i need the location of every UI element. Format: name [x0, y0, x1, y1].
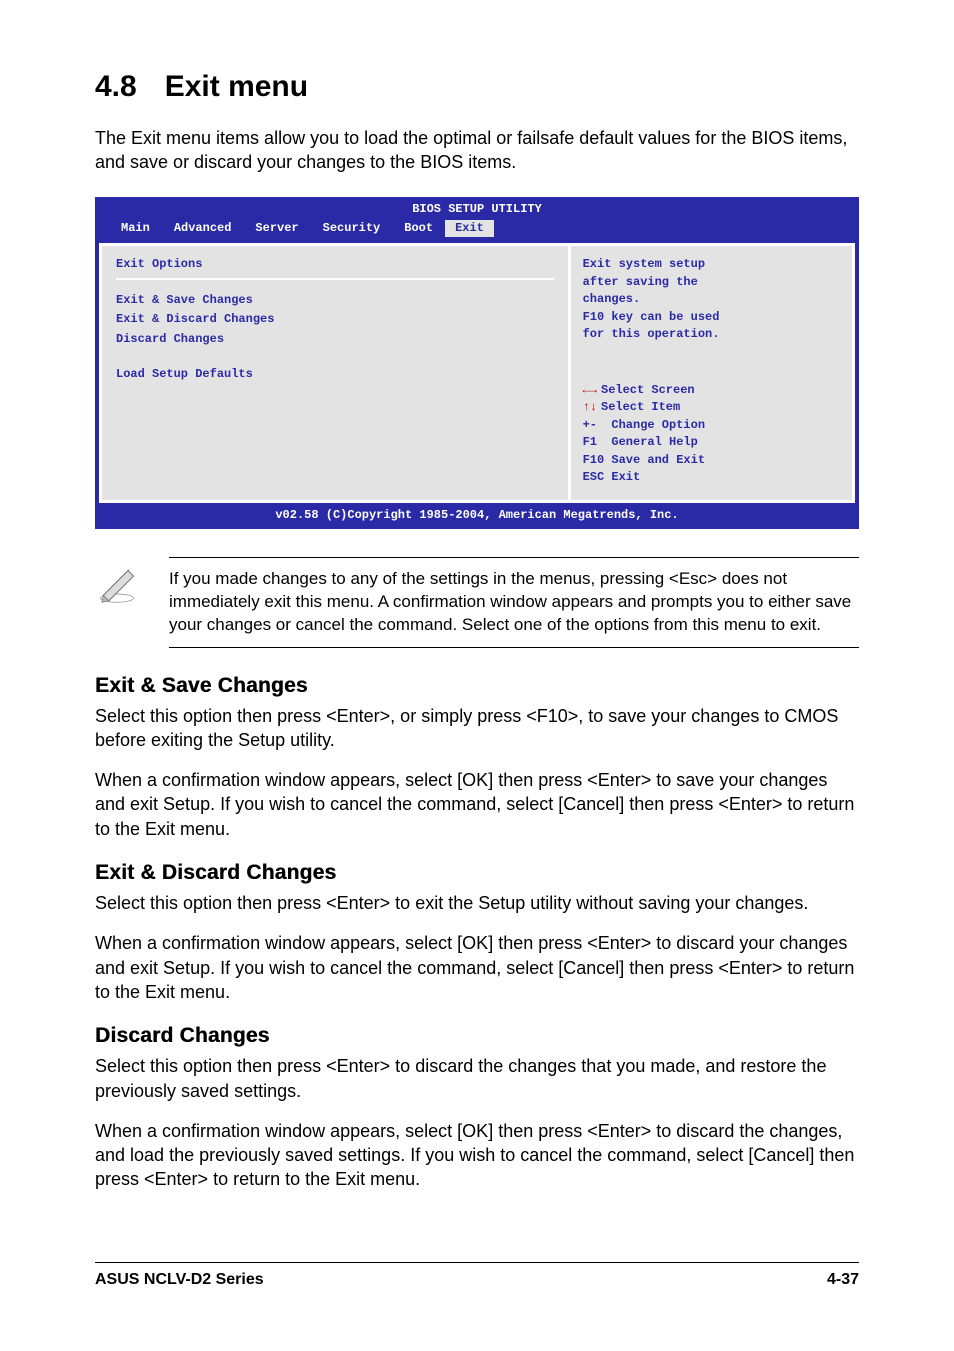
section-title: 4.8 Exit menu — [95, 70, 859, 104]
note-text: If you made changes to any of the settin… — [169, 557, 859, 648]
bios-key-save-exit: F10 Save and Exit — [583, 452, 840, 469]
bios-menu-server: Server — [243, 220, 310, 237]
body-paragraph: Select this option then press <Enter> to… — [95, 1054, 859, 1103]
bios-menu-exit: Exit — [445, 220, 494, 237]
note-box: If you made changes to any of the settin… — [95, 557, 859, 648]
bios-help-line: for this operation. — [583, 326, 840, 343]
bios-help-line: Exit system setup — [583, 256, 840, 273]
pencil-icon — [95, 557, 145, 648]
bios-menu-main: Main — [109, 220, 162, 237]
subheading-exit-discard: Exit & Discard Changes — [95, 861, 859, 885]
bios-menu-advanced: Advanced — [162, 220, 244, 237]
bios-key-select-screen: Select Screen — [583, 382, 840, 399]
bios-help-text: Exit system setup after saving the chang… — [583, 256, 840, 343]
bios-screenshot: BIOS SETUP UTILITY Main Advanced Server … — [95, 197, 859, 529]
bios-title: BIOS SETUP UTILITY — [95, 197, 859, 218]
body-paragraph: When a confirmation window appears, sele… — [95, 768, 859, 841]
bios-help-line: changes. — [583, 291, 840, 308]
body-paragraph: When a confirmation window appears, sele… — [95, 931, 859, 1004]
bios-options-title: Exit Options — [116, 256, 554, 273]
bios-key-change-option: +- Change Option — [583, 417, 840, 434]
bios-key-esc-exit: ESC Exit — [583, 469, 840, 486]
bios-menu-bar: Main Advanced Server Security Boot Exit — [95, 218, 859, 243]
body-paragraph: Select this option then press <Enter>, o… — [95, 704, 859, 753]
intro-paragraph: The Exit menu items allow you to load th… — [95, 126, 859, 175]
subheading-discard: Discard Changes — [95, 1024, 859, 1048]
bios-option: Discard Changes — [116, 331, 554, 348]
page-footer: ASUS NCLV-D2 Series 4-37 — [95, 1262, 859, 1289]
body-paragraph: When a confirmation window appears, sele… — [95, 1119, 859, 1192]
bios-option: Exit & Save Changes — [116, 292, 554, 309]
bios-key-general-help: F1 General Help — [583, 434, 840, 451]
bios-right-panel: Exit system setup after saving the chang… — [571, 243, 855, 503]
bios-help-line: after saving the — [583, 274, 840, 291]
bios-option-gap — [116, 350, 554, 364]
bios-option: Exit & Discard Changes — [116, 311, 554, 328]
bios-divider — [116, 278, 554, 280]
bios-left-panel: Exit Options Exit & Save Changes Exit & … — [99, 243, 571, 503]
bios-options-list: Exit & Save Changes Exit & Discard Chang… — [116, 292, 554, 384]
bios-key-legend: Select Screen Select Item +- Change Opti… — [583, 382, 840, 486]
bios-footer: v02.58 (C)Copyright 1985-2004, American … — [95, 503, 859, 528]
footer-product: ASUS NCLV-D2 Series — [95, 1271, 264, 1289]
body-paragraph: Select this option then press <Enter> to… — [95, 891, 859, 915]
footer-page-number: 4-37 — [827, 1271, 859, 1289]
section-number: 4.8 — [95, 70, 137, 104]
bios-help-line: F10 key can be used — [583, 309, 840, 326]
subheading-exit-save: Exit & Save Changes — [95, 674, 859, 698]
bios-menu-security: Security — [311, 220, 393, 237]
bios-option: Load Setup Defaults — [116, 366, 554, 383]
section-heading: Exit menu — [165, 70, 308, 103]
bios-key-select-item: Select Item — [583, 399, 840, 416]
bios-menu-boot: Boot — [392, 220, 445, 237]
